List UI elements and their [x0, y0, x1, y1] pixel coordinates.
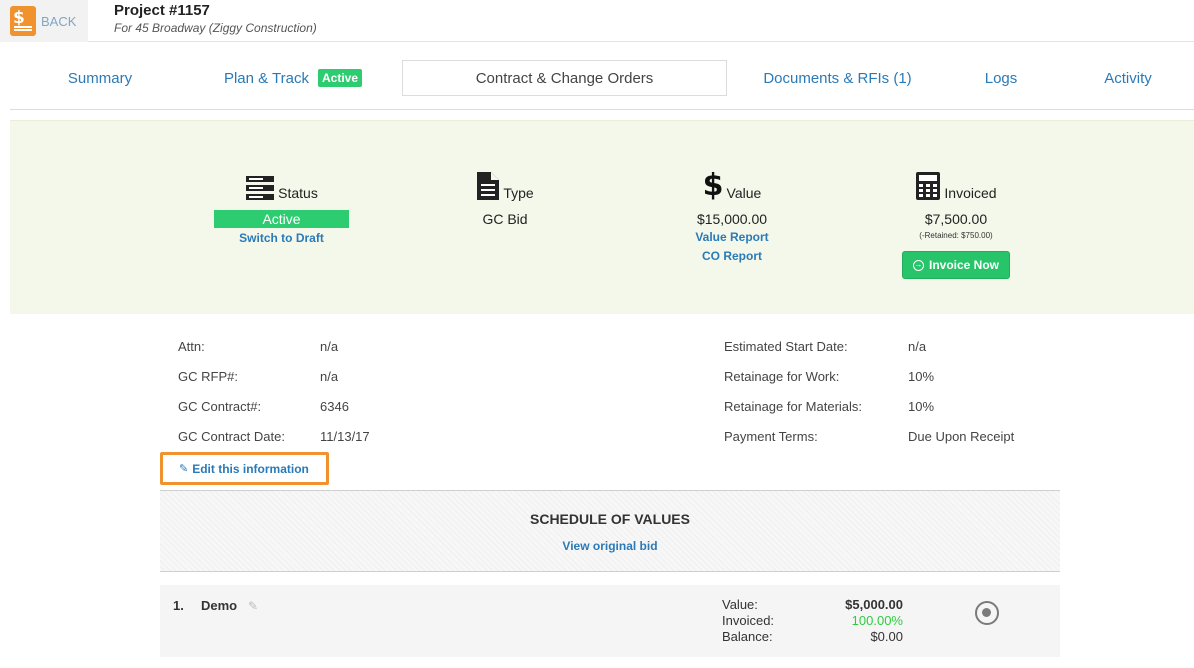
line-item-invoiced: 100.00% — [851, 613, 903, 628]
retainage-work-value: 10% — [908, 369, 935, 384]
retainage-work-label: Retainage for Work: — [724, 369, 840, 384]
attn-label: Attn: — [178, 339, 205, 354]
retained-amount: (-Retained: $750.00) — [919, 231, 993, 240]
tab-label: Activity — [1104, 69, 1152, 87]
payment-terms-value: Due Upon Receipt — [908, 429, 1015, 444]
tab-label: Summary — [67, 69, 133, 87]
invoice-dollar-icon: $ — [10, 6, 36, 36]
back-button[interactable]: $ BACK — [0, 0, 88, 42]
value-report-link[interactable]: Value Report — [682, 230, 782, 244]
status-badge: Active — [318, 69, 363, 87]
status-label: Status — [278, 185, 318, 201]
retainage-materials-label: Retainage for Materials: — [724, 399, 863, 414]
calculator-icon — [916, 172, 941, 200]
line-item-value: $5,000.00 — [845, 597, 903, 612]
tab-contract-change-orders[interactable]: Contract & Change Orders — [402, 60, 727, 96]
edit-information-link[interactable]: ✎ Edit this information — [160, 452, 329, 485]
target-icon[interactable] — [975, 601, 999, 625]
tab-label: Documents & RFIs (1) — [763, 69, 912, 87]
tab-summary[interactable]: Summary — [50, 60, 150, 96]
edit-information-label: Edit this information — [192, 461, 309, 476]
co-report-link[interactable]: CO Report — [682, 249, 782, 263]
gc-rfp-value: n/a — [320, 369, 339, 384]
gc-contract-number-value: 6346 — [320, 399, 349, 414]
document-icon — [477, 172, 500, 200]
tab-documents-rfis[interactable]: Documents & RFIs (1) — [750, 60, 925, 96]
line-item-balance-label: Balance: — [722, 629, 773, 644]
invoiced-value: $7,500.00 — [924, 211, 988, 227]
gc-contract-date-label: GC Contract Date: — [178, 429, 285, 444]
status-column: Status Active Switch to Draft — [214, 171, 349, 245]
line-item-invoiced-label: Invoiced: — [722, 613, 775, 628]
tab-logs[interactable]: Logs — [966, 60, 1036, 96]
tab-label: Contract & Change Orders — [475, 69, 654, 87]
tab-label: Plan & Track — [223, 69, 309, 87]
schedule-line-item: 1. Demo ✎ Value: $5,000.00 Invoiced: 100… — [160, 585, 1060, 657]
estimated-start-date-value: n/a — [908, 339, 927, 354]
retainage-materials-value: 10% — [908, 399, 935, 414]
dollar-icon: $ — [702, 168, 724, 203]
gc-rfp-label: GC RFP#: — [178, 369, 238, 384]
invoiced-label: Invoiced — [944, 185, 997, 201]
type-column: Type GC Bid — [450, 171, 560, 227]
pencil-icon: ✎ — [179, 463, 189, 475]
payment-terms-label: Payment Terms: — [724, 429, 818, 444]
line-item-name: Demo — [201, 598, 238, 613]
gc-contract-date-value: 11/13/17 — [320, 429, 370, 444]
line-item-number: 1. — [173, 598, 184, 613]
server-status-icon — [246, 176, 275, 200]
page-subtitle: For 45 Broadway (Ziggy Construction) — [114, 21, 317, 35]
view-original-bid-link[interactable]: View original bid — [562, 539, 657, 553]
estimated-start-date-label: Estimated Start Date: — [724, 339, 848, 354]
status-value-badge: Active — [214, 210, 349, 228]
invoice-now-label: Invoice Now — [928, 258, 999, 272]
line-item-balance: $0.00 — [870, 629, 903, 644]
page-title: Project #1157 — [114, 2, 210, 19]
page-header: $ BACK Project #1157 For 45 Broadway (Zi… — [0, 0, 1194, 42]
gc-contract-number-label: GC Contract#: — [178, 399, 262, 414]
tab-plan-track[interactable]: Plan & Track Active — [213, 60, 373, 96]
tab-bar: Summary Plan & Track Active Contract & C… — [10, 58, 1194, 110]
tab-label: Logs — [984, 69, 1018, 87]
back-label: BACK — [41, 13, 77, 29]
contract-value: $15,000.00 — [696, 211, 768, 227]
schedule-of-values-header: SCHEDULE OF VALUES View original bid — [160, 490, 1060, 572]
invoiced-column: Invoiced $7,500.00 (-Retained: $750.00) … — [896, 171, 1016, 279]
type-value: GC Bid — [482, 211, 528, 227]
value-column: $ Value $15,000.00 Value Report CO Repor… — [682, 168, 782, 264]
arrow-circle-icon: → — [912, 259, 924, 271]
line-item-value-label: Value: — [722, 597, 758, 612]
edit-pencil-icon[interactable]: ✎ — [248, 599, 258, 613]
type-label: Type — [503, 185, 534, 201]
contract-summary-panel: Status Active Switch to Draft Type GC Bi… — [10, 120, 1194, 314]
tab-activity[interactable]: Activity — [1088, 60, 1168, 96]
attn-value: n/a — [320, 339, 339, 354]
schedule-of-values-title: SCHEDULE OF VALUES — [530, 511, 690, 527]
invoice-now-button[interactable]: → Invoice Now — [901, 251, 1010, 279]
value-label: Value — [726, 185, 762, 201]
switch-to-draft-link[interactable]: Switch to Draft — [214, 231, 349, 245]
